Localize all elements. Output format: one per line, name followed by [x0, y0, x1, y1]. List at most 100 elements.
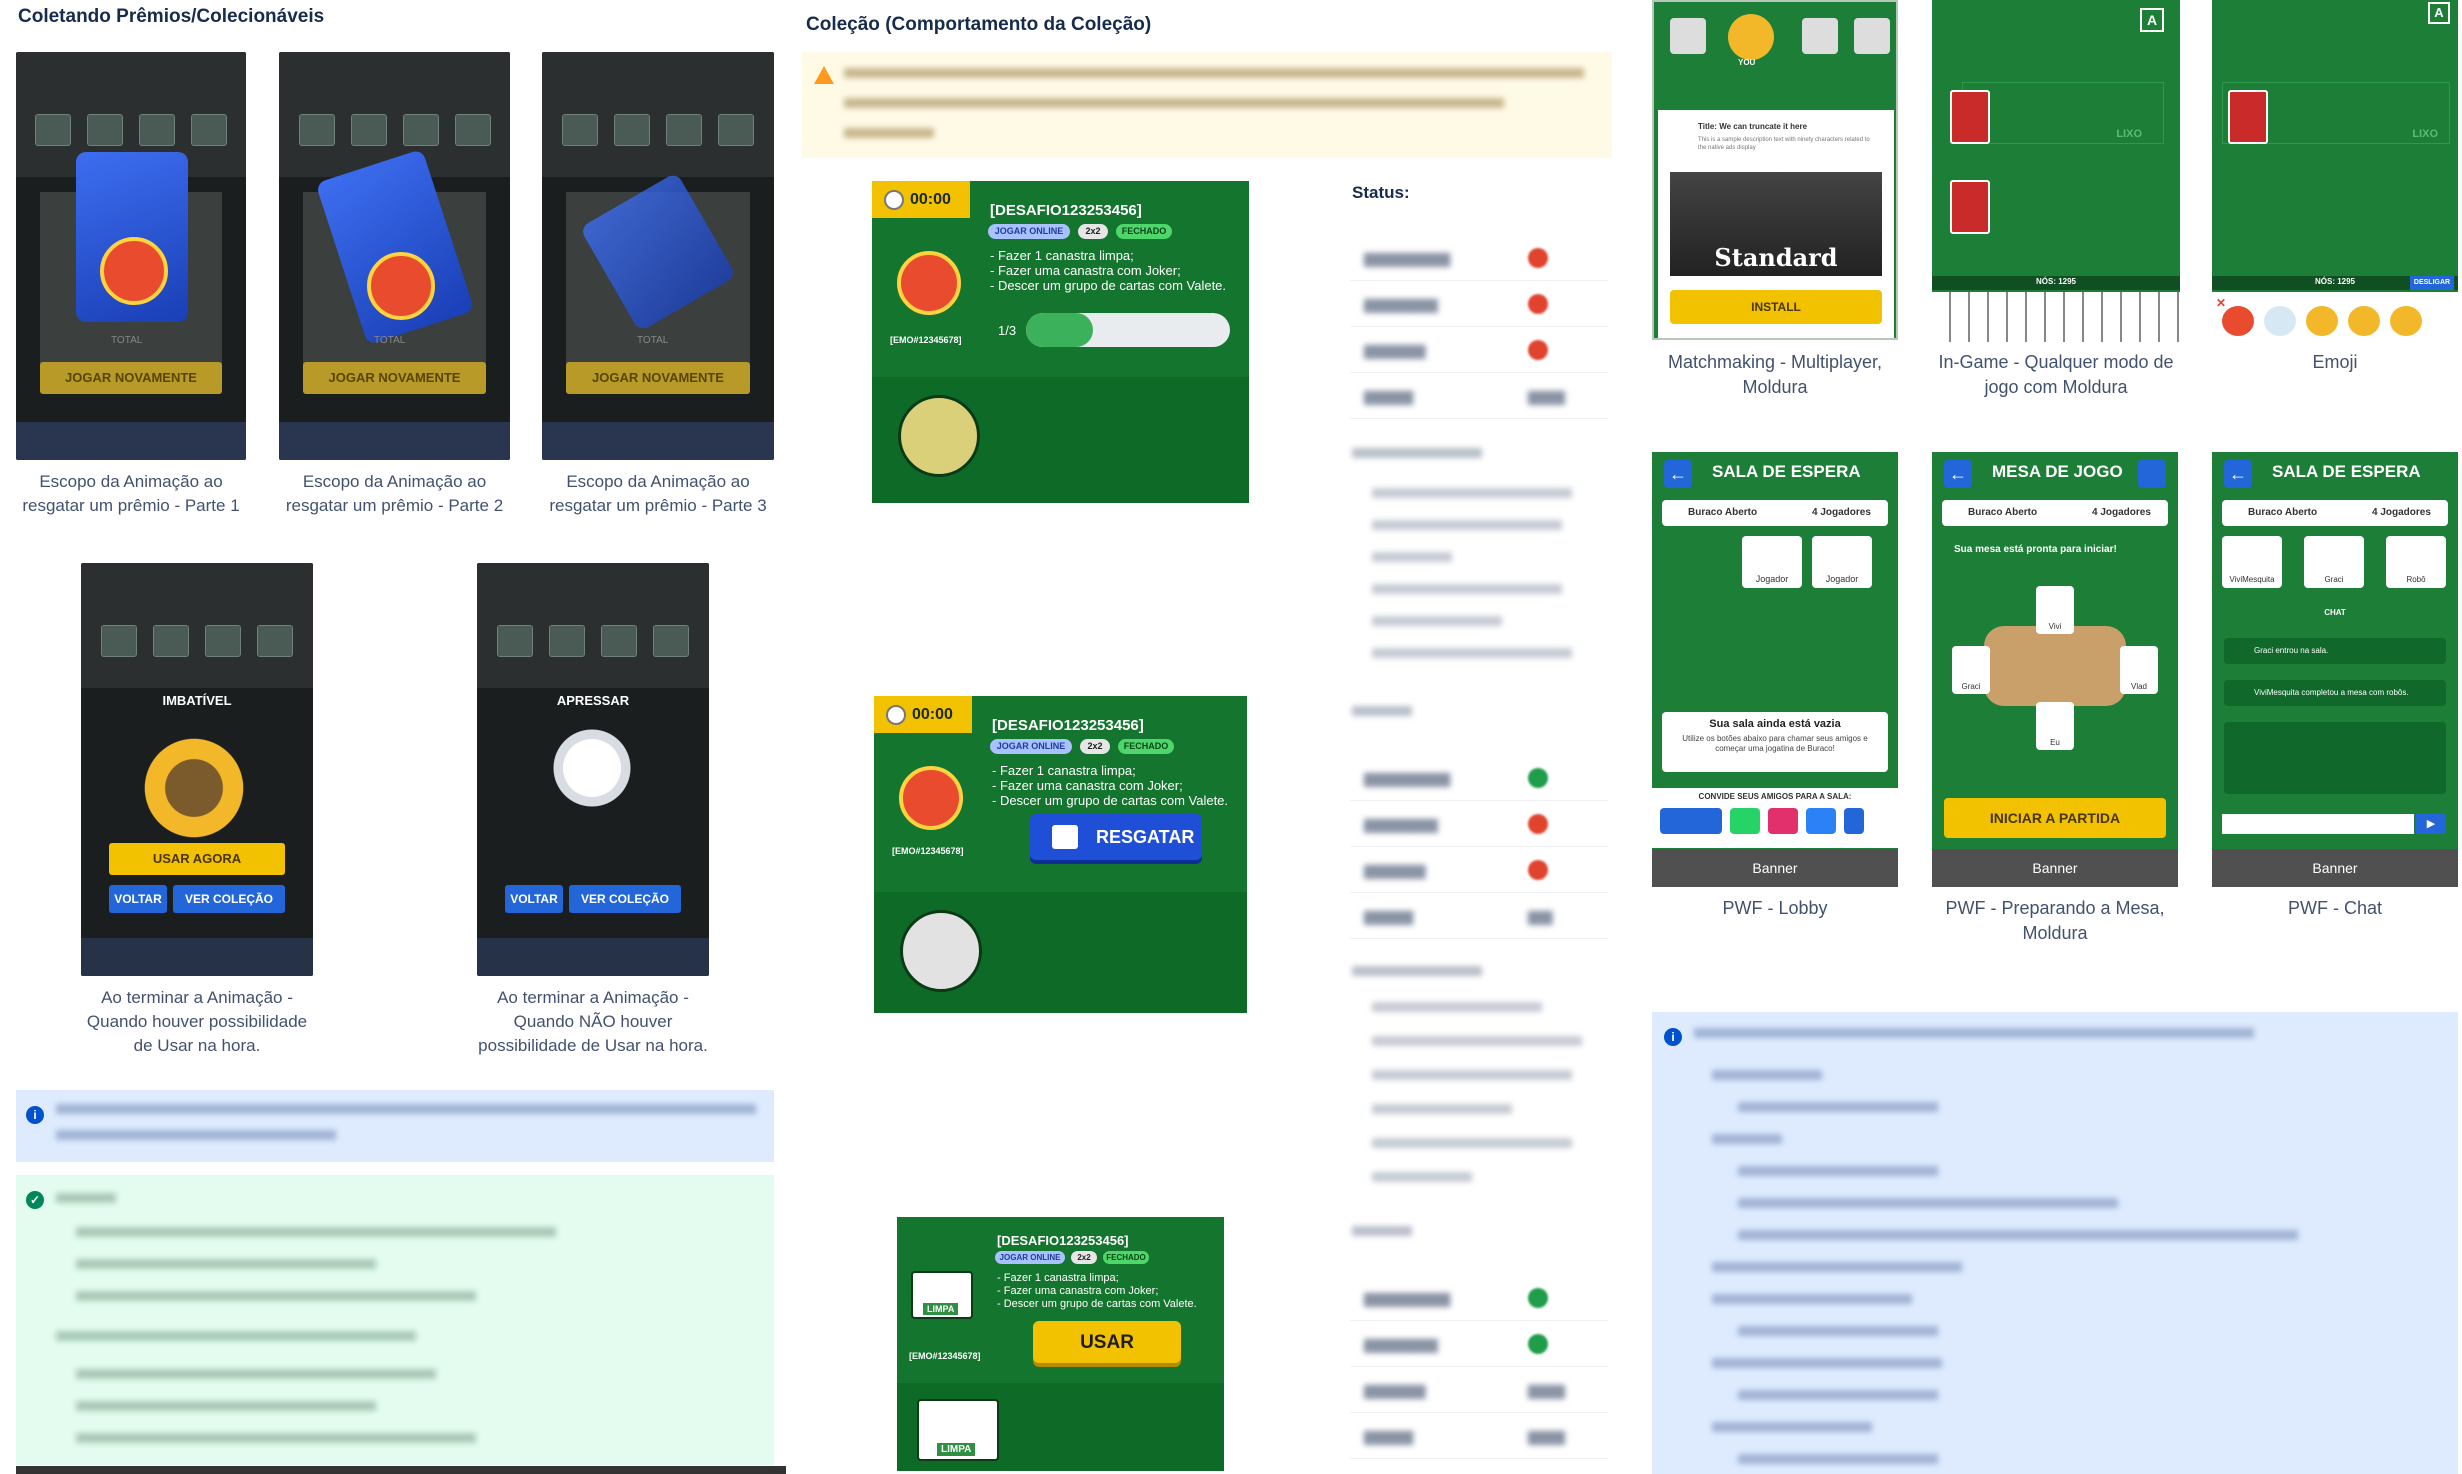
card-back [2228, 90, 2268, 144]
phone-tab-bar [16, 422, 246, 460]
score-bar: NÓS: 1295 [1932, 276, 2180, 290]
check-icon: ✓ [26, 1191, 44, 1209]
blurred-text-block [76, 1433, 476, 1443]
more-options-icon[interactable] [1844, 808, 1864, 834]
game-table [1984, 626, 2126, 706]
phone-tab-bar [81, 938, 313, 976]
blurred-text-block [1738, 1454, 1938, 1464]
scrollbar[interactable] [16, 1466, 786, 1474]
warning-panel [802, 52, 1612, 158]
redeem-button[interactable]: RESGATAR [1030, 814, 1202, 860]
blurred-text-block [56, 1331, 416, 1341]
blurred-text-block [76, 1291, 476, 1301]
player-slots [1662, 14, 1892, 64]
challenge-card-progress: 00:00 [DESAFIO123253456] JOGAR ONLINE 2x… [872, 181, 1249, 503]
use-button[interactable]: USAR [1033, 1321, 1181, 1363]
challenge-lower-area: LIMPA [897, 1383, 1224, 1471]
see-collection-button[interactable]: VER COLEÇÃO [569, 885, 681, 913]
status-row: ▆▆▆▆▆▆▆ [1350, 1274, 1608, 1321]
blurred-text-line [56, 1130, 336, 1140]
phone-mockup-no-use: APRESSAR VOLTAR VER COLEÇÃO [477, 563, 709, 976]
status-row: ▆▆▆▆▆ ▆▆▆ [1350, 1366, 1608, 1413]
back-arrow-icon[interactable]: ← [1944, 460, 1972, 488]
challenge-id: [DESAFIO123253456] [990, 202, 1142, 219]
blurred-text-block [1738, 1198, 2118, 1208]
status-row: ▆▆▆▆▆▆ [1350, 280, 1608, 327]
jester-emoji-icon [899, 766, 963, 830]
back-button[interactable]: VOLTAR [109, 885, 167, 913]
jester-emoji-icon [897, 251, 961, 315]
clock-icon [884, 190, 904, 210]
phone-tab-bar [279, 422, 510, 460]
emoji-icon[interactable] [2390, 306, 2422, 336]
emoji-icon[interactable] [2348, 306, 2380, 336]
jester-icon [100, 237, 168, 305]
emoji-icon[interactable] [2222, 306, 2254, 336]
screenshot-chat: ← SALA DE ESPERA Buraco Aberto 4 Jogador… [2212, 452, 2458, 887]
ad-title: Title: We can truncate it here [1698, 122, 1808, 131]
ad-description: This is a sample description text with n… [1698, 137, 1870, 151]
challenge-card-redeem: 00:00 [DESAFIO123253456] JOGAR ONLINE 2x… [874, 696, 1247, 1013]
back-arrow-icon[interactable]: ← [1664, 460, 1692, 488]
letter-badge: A [2428, 2, 2450, 24]
install-button[interactable]: INSTALL [1670, 290, 1882, 324]
seat-label: Graci [2324, 575, 2344, 584]
play-again-button[interactable]: JOGAR NOVAMENTE [303, 362, 486, 394]
challenge-goal-1: - Fazer 1 canastra limpa; [992, 763, 1136, 778]
native-ad: Title: We can truncate it here This is a… [1658, 110, 1894, 338]
chat-message: Graci entrou na sala. [2224, 638, 2446, 664]
blurred-text-block [1712, 1134, 1782, 1144]
phone-tab-bar [542, 422, 774, 460]
caption-part-2: Escopo da Animação ao resgatar um prêmio… [285, 472, 504, 515]
challenge-lower-area [872, 377, 1249, 503]
chat-input[interactable] [2222, 814, 2414, 834]
blurred-text-block [56, 1193, 116, 1203]
use-now-button[interactable]: USAR AGORA [109, 843, 285, 875]
player-seat: Jogador [1742, 536, 1802, 588]
hangup-button[interactable]: DESLIGAR [2410, 276, 2454, 290]
back-arrow-icon[interactable]: ← [2224, 460, 2252, 488]
start-match-button[interactable]: INICIAR A PARTIDA [1944, 798, 2166, 838]
player-seat: Graci [2304, 536, 2364, 588]
chat-header: SALA DE ESPERA [2272, 462, 2421, 481]
status-dot-red [1528, 248, 1548, 268]
blurred-text-block [1738, 1390, 1938, 1400]
chat-label: CHAT [2324, 608, 2346, 617]
status-row: ▆▆▆▆▆▆▆ [1350, 372, 1608, 419]
discard-label: LIXO [2412, 128, 2438, 140]
invite-friends-button[interactable] [1660, 808, 1722, 834]
room-name: Buraco Aberto [1968, 507, 2038, 518]
play-again-button[interactable]: JOGAR NOVAMENTE [566, 362, 750, 394]
back-button[interactable]: VOLTAR [505, 885, 563, 913]
total-label: TOTAL [637, 335, 669, 346]
chat-icon[interactable] [2138, 460, 2166, 488]
emoji-icon[interactable] [2264, 306, 2296, 336]
seat-label: ViviMesquita [2229, 575, 2275, 584]
section-title-collection: Coleção (Comportamento da Coleção) [806, 14, 1152, 35]
card-label: LIMPA [937, 1443, 976, 1456]
messenger-icon[interactable] [1806, 808, 1836, 834]
invite-label: CONVIDE SEUS AMIGOS PARA A SALA: [1698, 792, 1852, 801]
play-again-button[interactable]: JOGAR NOVAMENTE [40, 362, 222, 394]
tag-closed: FECHADO [1116, 224, 1172, 239]
total-label: TOTAL [374, 335, 406, 346]
letter-badge: A [2140, 8, 2164, 32]
emoji-icon[interactable] [2306, 306, 2338, 336]
phone-slot-row [477, 625, 709, 657]
send-button[interactable]: ▶ [2416, 814, 2446, 834]
status-dot-red [1528, 340, 1548, 360]
instagram-icon[interactable] [1768, 808, 1798, 834]
progress-bar [1026, 313, 1230, 347]
status-table-3: ▆▆▆▆▆▆▆ ▆▆▆▆▆▆ ▆▆▆▆▆ ▆▆▆ ▆▆▆▆ ▆▆▆ [1350, 1274, 1610, 1464]
player-name: Eu [2050, 738, 2060, 747]
status-dot-green [1528, 1288, 1548, 1308]
info-panel-blue: i [16, 1090, 774, 1162]
whatsapp-icon[interactable] [1730, 808, 1760, 834]
challenge-lower-area [874, 892, 1247, 1013]
seat-label: Robô [2406, 575, 2426, 584]
tag-closed: FECHADO [1103, 1251, 1149, 1264]
card-back [1950, 180, 1990, 234]
close-icon[interactable]: ✕ [2216, 296, 2226, 310]
see-collection-button[interactable]: VER COLEÇÃO [173, 885, 285, 913]
success-panel-green: ✓ [16, 1175, 774, 1465]
